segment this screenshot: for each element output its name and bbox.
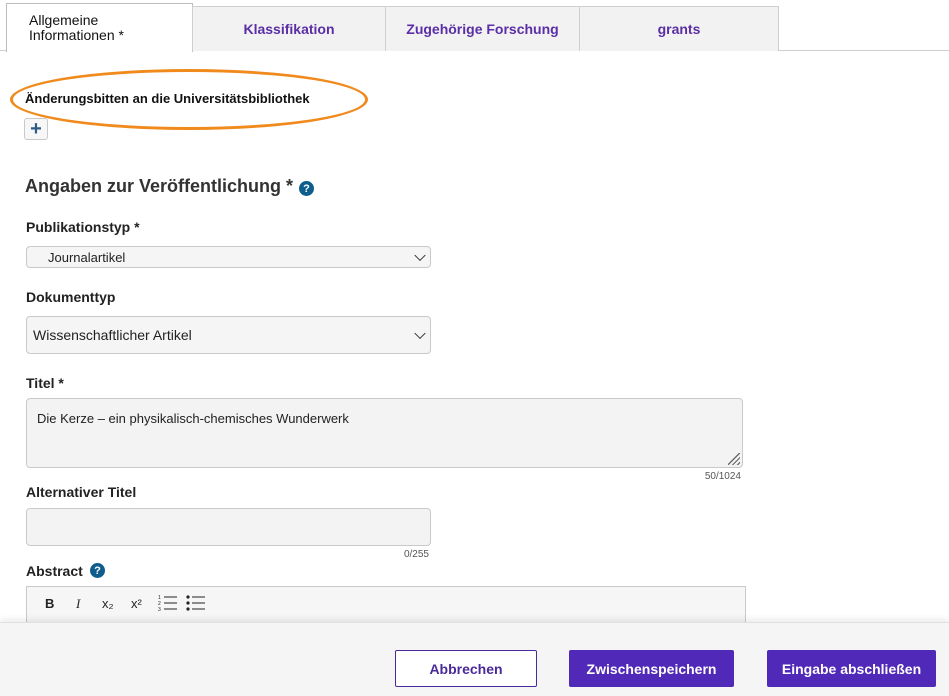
resize-handle-icon[interactable] xyxy=(728,453,740,465)
tab-grants-label: grants xyxy=(657,21,701,37)
cancel-button[interactable]: Abbrechen xyxy=(395,650,537,687)
doctype-label: Dokumenttyp xyxy=(26,289,116,305)
tab-classification-label: Klassifikation xyxy=(243,21,335,37)
svg-text:3: 3 xyxy=(158,607,161,612)
change-request-title: Änderungsbitten an die Universitätsbibli… xyxy=(25,91,310,106)
section-title: Angaben zur Veröffentlichung * xyxy=(25,176,294,196)
alt-title-input[interactable] xyxy=(26,508,431,546)
title-value: Die Kerze – ein physikalisch-chemisches … xyxy=(37,411,349,426)
help-icon[interactable]: ? xyxy=(90,563,105,578)
superscript-button[interactable]: x² xyxy=(131,596,142,611)
tab-classification[interactable]: Klassifikation xyxy=(192,6,386,51)
tab-related-research[interactable]: Zugehörige Forschung xyxy=(385,6,580,51)
title-char-counter: 50/1024 xyxy=(704,471,741,482)
italic-button[interactable]: I xyxy=(76,596,80,612)
tab-bar: Allgemeine Informationen * Klassifikatio… xyxy=(0,0,949,52)
doctype-value: Wissenschaftlicher Artikel xyxy=(33,327,192,343)
numbered-list-icon[interactable]: 1 2 3 xyxy=(157,594,179,615)
subscript-button[interactable]: x₂ xyxy=(102,596,114,611)
alt-title-char-counter: 0/255 xyxy=(403,549,429,560)
tab-grants[interactable]: grants xyxy=(579,6,779,51)
abstract-label: Abstract xyxy=(26,563,83,579)
tab-general-information[interactable]: Allgemeine Informationen * xyxy=(6,3,193,52)
tab-general-label-line2: Informationen * xyxy=(29,27,124,43)
doctype-select[interactable]: Wissenschaftlicher Artikel xyxy=(26,316,431,354)
plus-icon: + xyxy=(30,118,42,140)
bold-button[interactable]: B xyxy=(45,596,54,611)
tab-general-label-line1: Allgemeine xyxy=(29,12,99,28)
bullet-list-icon[interactable] xyxy=(185,594,207,615)
title-textarea[interactable]: Die Kerze – ein physikalisch-chemisches … xyxy=(26,398,743,468)
pubtype-select[interactable]: Journalartikel xyxy=(26,246,431,268)
finish-submission-button[interactable]: Eingabe abschließen xyxy=(767,650,936,687)
tab-related-research-label: Zugehörige Forschung xyxy=(406,21,559,37)
title-label: Titel * xyxy=(26,375,64,391)
help-icon[interactable]: ? xyxy=(299,181,314,196)
pubtype-label: Publikationstyp * xyxy=(26,219,140,235)
alt-title-label: Alternativer Titel xyxy=(26,484,137,500)
add-change-request-button[interactable]: + xyxy=(24,118,48,140)
pubtype-value: Journalartikel xyxy=(48,249,126,265)
save-draft-button[interactable]: Zwischenspeichern xyxy=(569,650,734,687)
chevron-down-icon xyxy=(414,249,426,262)
chevron-down-icon xyxy=(414,327,426,340)
